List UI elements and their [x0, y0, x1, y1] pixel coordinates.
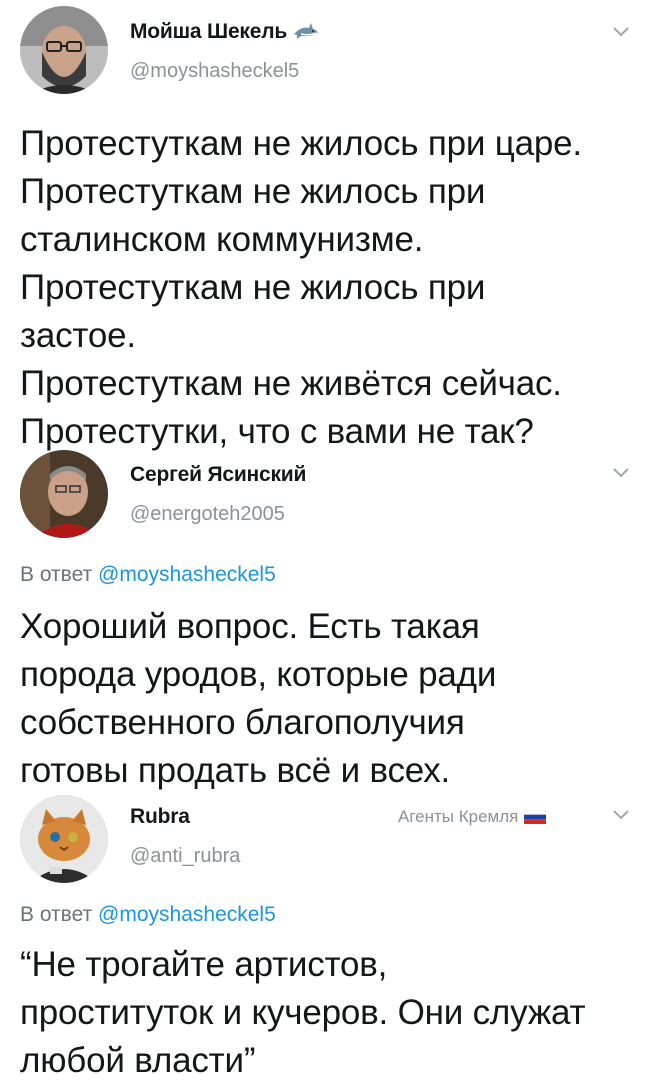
chevron-down-icon[interactable] — [612, 809, 630, 821]
tweet-line: любой власти” — [20, 1041, 256, 1080]
tweet-line: сталинском коммунизме. — [20, 220, 424, 259]
reply-mention-link[interactable]: @moyshasheckel5 — [98, 903, 276, 926]
tweet-line: Протестуткам не жилось при — [20, 172, 486, 211]
tweet-line: Протестуткам не жилось при царе. — [20, 124, 582, 163]
chevron-down-icon[interactable] — [612, 26, 630, 38]
tweet-line: Хороший вопрос. Есть такая — [20, 607, 480, 646]
tweet-line: собственного благополучия — [20, 703, 465, 742]
avatar[interactable] — [20, 450, 108, 538]
list-badge[interactable]: Агенты Кремля — [398, 807, 547, 827]
tweet-text: “Не трогайте артистов, проституток и куч… — [20, 941, 640, 1085]
avatar[interactable] — [20, 795, 108, 883]
russian-flag-icon — [524, 810, 547, 824]
author-handle[interactable]: @anti_rubra — [130, 845, 240, 868]
tweet-text: Протестуткам не жилось при царе. Протест… — [20, 120, 640, 456]
reply-prefix: В ответ — [20, 563, 93, 586]
tweet-line: проституток и кучеров. Они служат — [20, 993, 586, 1032]
reply-context: В ответ @moyshasheckel5 — [20, 563, 276, 587]
reply-context: В ответ @moyshasheckel5 — [20, 903, 276, 927]
tweet-2: Сергей Ясинский @energoteh2005 В ответ @… — [0, 445, 652, 790]
tweet-3: Rubra @anti_rubra Агенты Кремля В ответ … — [0, 785, 652, 1080]
shark-emoji-icon — [293, 23, 318, 39]
author-name[interactable]: Rubra — [130, 805, 190, 829]
author-name[interactable]: Мойша Шекель — [130, 20, 319, 44]
reply-prefix: В ответ — [20, 903, 93, 926]
reply-mention-link[interactable]: @moyshasheckel5 — [98, 563, 276, 586]
tweet-text: Хороший вопрос. Есть такая порода уродов… — [20, 603, 640, 795]
tweet-line: “Не трогайте артистов, — [20, 945, 388, 984]
tweet-line: застое. — [20, 316, 136, 355]
author-name[interactable]: Сергей Ясинский — [130, 463, 306, 487]
tweet-line: порода уродов, которые ради — [20, 655, 497, 694]
tweet-1: Мойша Шекель @moyshasheckel5 Протестутка… — [0, 0, 652, 451]
tweet-line: Протестуткам не живётся сейчас. — [20, 364, 562, 403]
avatar[interactable] — [20, 6, 108, 94]
author-handle[interactable]: @moyshasheckel5 — [130, 60, 299, 83]
tweet-line: Протестуткам не жилось при — [20, 268, 486, 307]
badge-label: Агенты Кремля — [398, 807, 519, 826]
author-handle[interactable]: @energoteh2005 — [130, 503, 285, 526]
chevron-down-icon[interactable] — [612, 467, 630, 479]
author-name-text: Мойша Шекель — [130, 20, 288, 43]
